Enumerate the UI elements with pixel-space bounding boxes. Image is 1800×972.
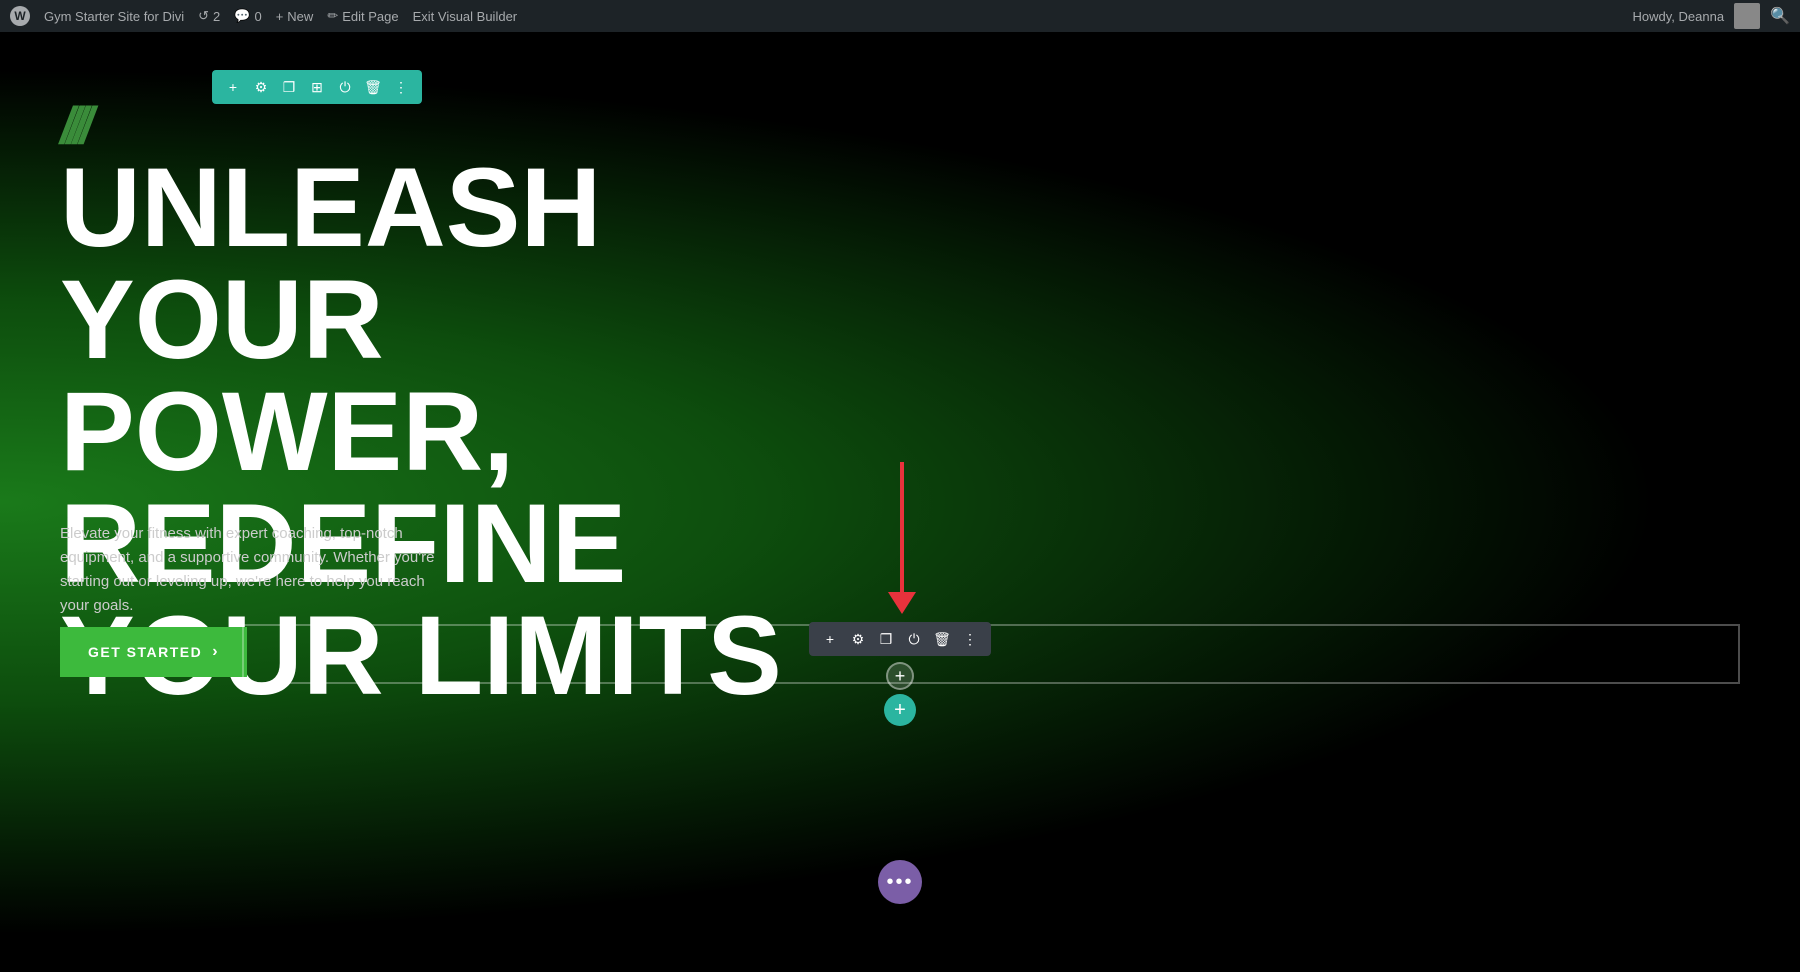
plus-small-button[interactable]: + [886,662,914,690]
section-more-button[interactable]: ⋮ [388,74,414,100]
section-duplicate-button[interactable]: ❐ [276,74,302,100]
section-disable-button[interactable]: ⏻ [332,74,358,100]
history-button[interactable]: ↺ 2 [198,8,220,24]
howdy-label: Howdy, Deanna [1633,9,1725,24]
exit-builder-button[interactable]: Exit Visual Builder [413,9,518,24]
row-disable-button[interactable]: ⏻ [901,626,927,652]
edit-page-button[interactable]: ✏ Edit Page [327,8,398,24]
row-more-button[interactable]: ⋮ [957,626,983,652]
plus-teal-button[interactable]: + [884,694,916,726]
new-button[interactable]: + New [276,9,314,24]
section-toolbar-mid: + ⚙ ❐ ⏻ 🗑 ⋮ [809,622,991,656]
more-options-button[interactable]: ••• [878,860,922,904]
hero-subtext: Elevate your fitness with expert coachin… [60,522,440,618]
section-delete-button[interactable]: 🗑 [360,74,386,100]
red-arrow [888,462,916,614]
wp-logo[interactable]: W [10,6,30,26]
row-duplicate-button[interactable]: ❐ [873,626,899,652]
section-add-button[interactable]: + [220,74,246,100]
red-arrow-line [900,462,904,592]
section-columns-button[interactable]: ⊞ [304,74,330,100]
row-outline [242,624,1740,684]
admin-bar-right: Howdy, Deanna 🔍 [1633,3,1790,29]
comments-button[interactable]: 💬 0 [234,8,261,24]
avatar[interactable] [1734,3,1760,29]
search-icon[interactable]: 🔍 [1770,6,1790,26]
row-add-button[interactable]: + [817,626,843,652]
row-settings-button[interactable]: ⚙ [845,626,871,652]
main-content: + ⚙ ❐ ⊞ ⏻ 🗑 ⋮ //// UNLEASH YOUR POWER, R… [0,32,1800,972]
row-delete-button[interactable]: 🗑 [929,626,955,652]
cta-button[interactable]: GET STARTED › [60,627,247,677]
cta-arrow-icon: › [212,643,219,661]
site-name[interactable]: Gym Starter Site for Divi [44,9,184,24]
section-toolbar-top: + ⚙ ❐ ⊞ ⏻ 🗑 ⋮ [212,70,422,104]
red-arrow-head [888,592,916,614]
section-settings-button[interactable]: ⚙ [248,74,274,100]
admin-bar: W Gym Starter Site for Divi ↺ 2 💬 0 + Ne… [0,0,1800,32]
